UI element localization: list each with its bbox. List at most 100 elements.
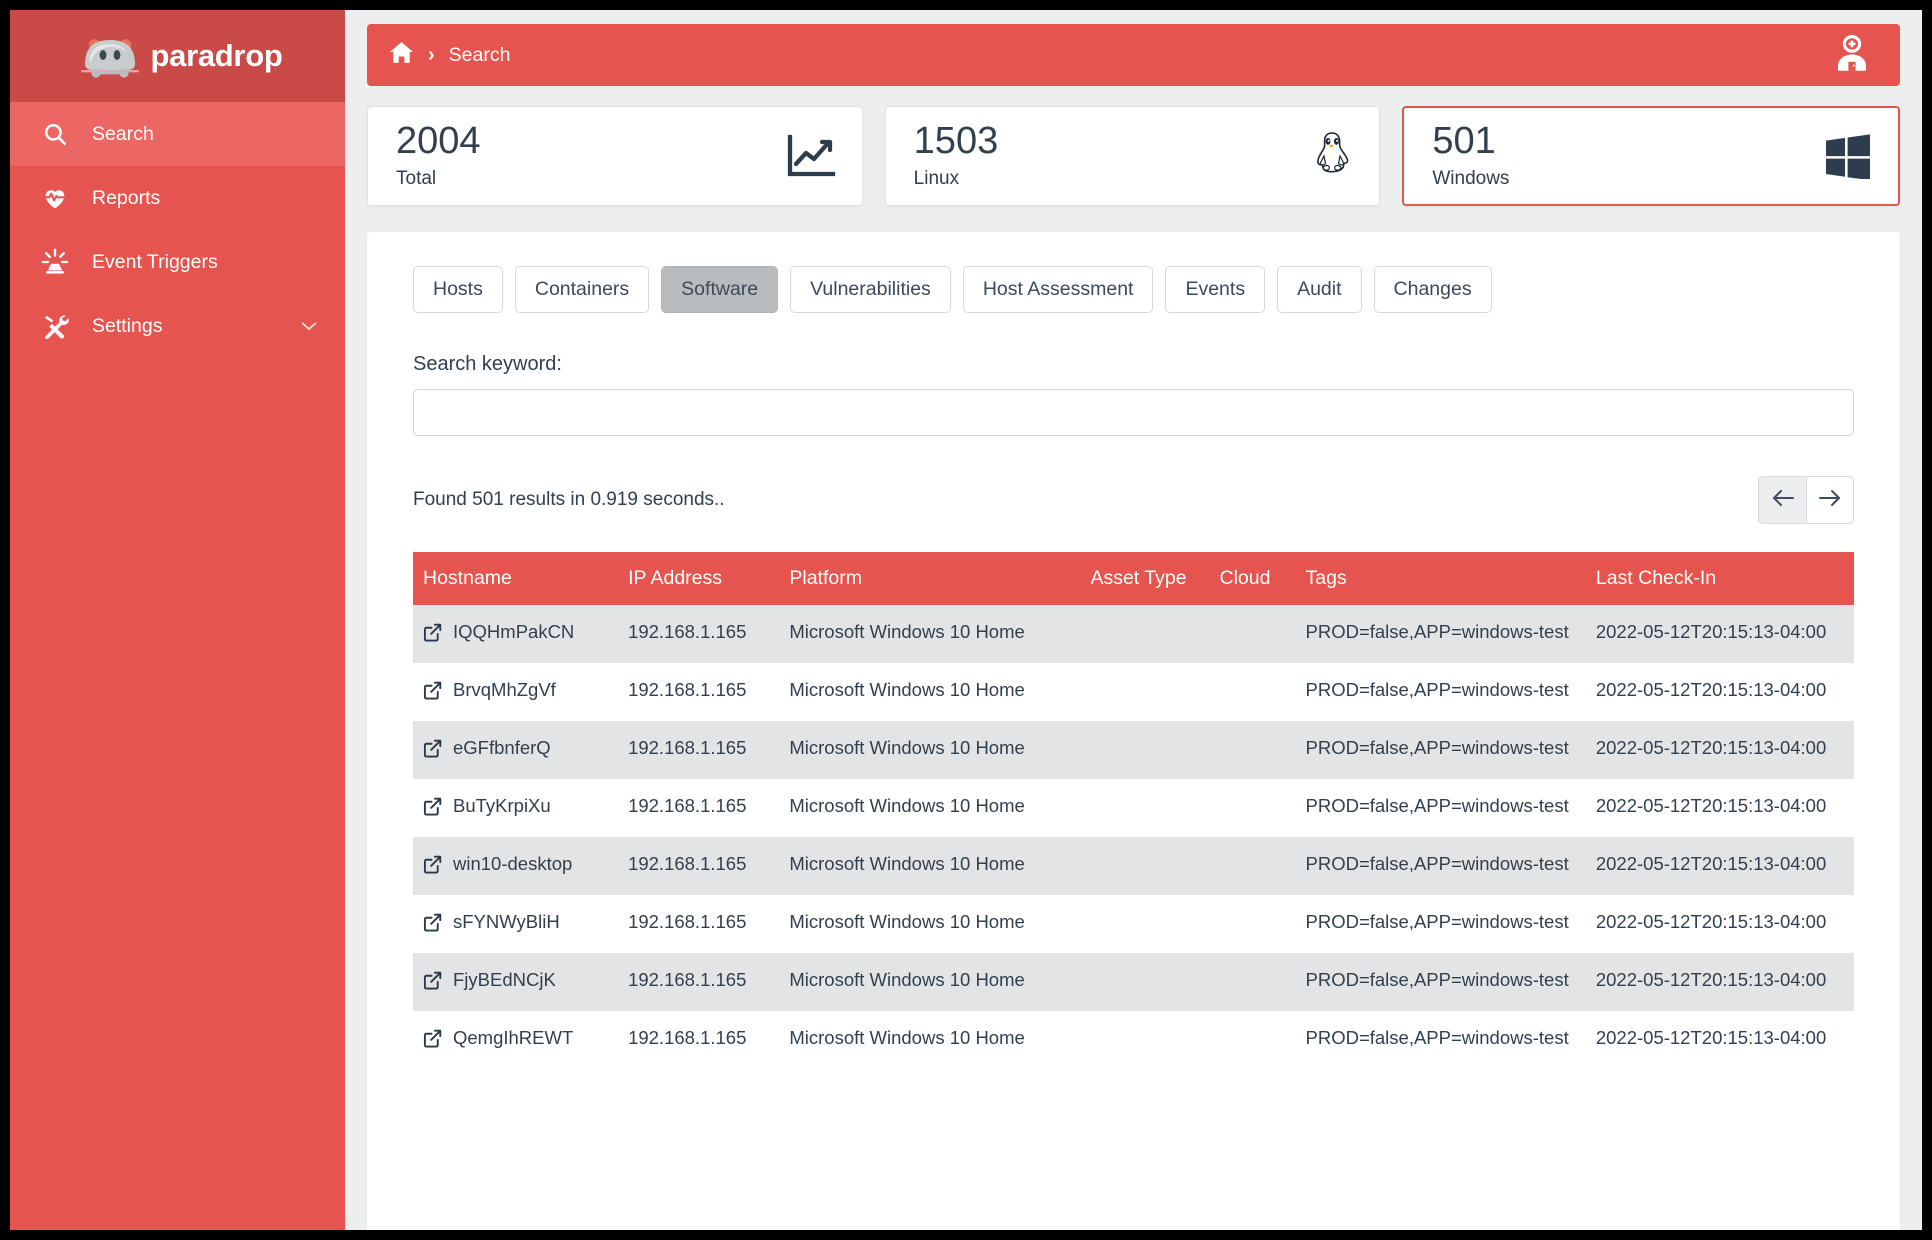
top-bar: › Search	[367, 24, 1900, 86]
hostname-link[interactable]: sFYNWyBliH	[453, 910, 560, 934]
cell-asset-type	[1090, 837, 1219, 895]
cell-last-checkin: 2022-05-12T20:15:13-04:00	[1595, 1027, 1827, 1049]
cell-tags: PROD=false,APP=windows-test	[1305, 737, 1569, 759]
tab-events[interactable]: Events	[1165, 266, 1266, 313]
cell-tags: PROD=false,APP=windows-test	[1305, 969, 1569, 991]
app-window: paradrop Search Reports Event Triggers S…	[10, 10, 1922, 1230]
home-icon[interactable]	[389, 41, 414, 70]
cell-hostname: eGFfbnferQ	[413, 721, 628, 779]
cell-asset-type	[1090, 953, 1219, 1011]
table-row[interactable]: BuTyKrpiXu 192.168.1.165 Microsoft Windo…	[413, 779, 1854, 838]
cell-platform: Microsoft Windows 10 Home	[789, 969, 1025, 991]
external-link-icon[interactable]	[423, 971, 442, 996]
user-avatar-icon[interactable]	[1830, 33, 1874, 78]
sidebar-item-search[interactable]: Search	[10, 102, 345, 166]
cell-cloud	[1219, 895, 1305, 953]
cell-platform: Microsoft Windows 10 Home	[789, 621, 1025, 642]
stat-label: Total	[396, 167, 437, 189]
column-header-cloud[interactable]: Cloud	[1219, 552, 1306, 605]
column-header-asset-type[interactable]: Asset Type	[1090, 552, 1220, 605]
cell-ip: 192.168.1.165	[628, 795, 747, 817]
cell-tags: PROD=false,APP=windows-test	[1305, 621, 1569, 642]
stat-value: 1503	[913, 120, 999, 163]
sidebar: paradrop Search Reports Event Triggers S…	[10, 10, 345, 1230]
external-link-icon[interactable]	[423, 739, 442, 764]
hostname-link[interactable]: BuTyKrpiXu	[453, 794, 551, 818]
cell-cloud	[1219, 953, 1305, 1011]
column-header-hostname[interactable]: Hostname	[413, 552, 629, 605]
external-link-icon[interactable]	[423, 797, 442, 822]
cell-hostname: QemgIhREWT	[413, 1011, 628, 1069]
next-page-button[interactable]	[1806, 476, 1854, 524]
column-header-ip-address[interactable]: IP Address	[628, 552, 790, 605]
cell-tags: PROD=false,APP=windows-test	[1305, 1027, 1569, 1049]
column-header-tags[interactable]: Tags	[1305, 552, 1596, 605]
tab-changes[interactable]: Changes	[1373, 266, 1492, 313]
hostname-link[interactable]: IQQHmPakCN	[453, 620, 574, 644]
hostname-link[interactable]: BrvqMhZgVf	[453, 678, 556, 702]
cell-asset-type	[1090, 721, 1219, 779]
table-row[interactable]: eGFfbnferQ 192.168.1.165 Microsoft Windo…	[413, 721, 1854, 780]
stat-card-linux[interactable]: 1503 Linux	[884, 106, 1381, 206]
cell-hostname: BuTyKrpiXu	[413, 779, 628, 837]
tab-audit[interactable]: Audit	[1277, 266, 1362, 313]
cell-platform: Microsoft Windows 10 Home	[789, 1027, 1025, 1049]
tools-icon	[40, 311, 70, 341]
sidebar-item-label: Settings	[92, 314, 163, 337]
table-header-row: Hostname IP Address Platform Asset Type …	[413, 552, 1854, 605]
hostname-link[interactable]: win10-desktop	[453, 852, 572, 876]
cell-platform: Microsoft Windows 10 Home	[789, 853, 1025, 875]
sidebar-item-settings[interactable]: Settings	[10, 294, 345, 358]
search-input[interactable]	[413, 389, 1854, 436]
hostname-link[interactable]: QemgIhREWT	[453, 1026, 573, 1050]
cell-asset-type	[1090, 895, 1219, 953]
column-header-last-checkin[interactable]: Last Check-In	[1595, 552, 1854, 605]
table-row[interactable]: QemgIhREWT 192.168.1.165 Microsoft Windo…	[413, 1011, 1854, 1070]
cell-ip: 192.168.1.165	[628, 621, 747, 642]
table-row[interactable]: win10-desktop 192.168.1.165 Microsoft Wi…	[413, 837, 1854, 896]
external-link-icon[interactable]	[423, 681, 442, 706]
cell-last-checkin: 2022-05-12T20:15:13-04:00	[1595, 737, 1827, 759]
breadcrumb-current[interactable]: Search	[449, 44, 511, 67]
external-link-icon[interactable]	[423, 855, 442, 880]
stat-card-windows[interactable]: 501 Windows	[1402, 106, 1901, 206]
cell-tags: PROD=false,APP=windows-test	[1305, 795, 1569, 817]
results-table: Hostname IP Address Platform Asset Type …	[413, 552, 1854, 1070]
line-chart-icon	[784, 133, 836, 179]
table-row[interactable]: BrvqMhZgVf 192.168.1.165 Microsoft Windo…	[413, 663, 1854, 722]
search-panel: Hosts Containers Software Vulnerabilitie…	[367, 232, 1900, 1230]
brand-header[interactable]: paradrop	[10, 10, 345, 102]
external-link-icon[interactable]	[423, 913, 442, 938]
hostname-link[interactable]: FjyBEdNCjK	[453, 968, 556, 992]
cell-platform: Microsoft Windows 10 Home	[789, 737, 1025, 759]
chevron-down-icon[interactable]	[301, 315, 317, 338]
cell-last-checkin: 2022-05-12T20:15:13-04:00	[1595, 969, 1827, 991]
cell-hostname: FjyBEdNCjK	[413, 953, 628, 1011]
linux-penguin-icon	[1311, 131, 1353, 181]
external-link-icon[interactable]	[423, 1029, 442, 1054]
column-header-platform[interactable]: Platform	[789, 552, 1091, 605]
table-row[interactable]: sFYNWyBliH 192.168.1.165 Microsoft Windo…	[413, 895, 1854, 954]
cell-platform: Microsoft Windows 10 Home	[789, 795, 1025, 817]
cell-hostname: BrvqMhZgVf	[413, 663, 628, 721]
hostname-link[interactable]: eGFfbnferQ	[453, 736, 551, 760]
tab-containers[interactable]: Containers	[514, 266, 650, 313]
sidebar-item-event-triggers[interactable]: Event Triggers	[10, 230, 345, 294]
table-row[interactable]: IQQHmPakCN 192.168.1.165 Microsoft Windo…	[413, 605, 1854, 664]
prev-page-button[interactable]	[1758, 476, 1806, 524]
broadcast-icon	[40, 247, 70, 277]
tab-vulnerabilities[interactable]: Vulnerabilities	[790, 266, 951, 313]
cell-cloud	[1219, 779, 1305, 837]
cell-asset-type	[1090, 1011, 1219, 1069]
table-row[interactable]: FjyBEdNCjK 192.168.1.165 Microsoft Windo…	[413, 953, 1854, 1012]
tab-software[interactable]: Software	[661, 266, 779, 313]
external-link-icon[interactable]	[423, 623, 442, 648]
cell-tags: PROD=false,APP=windows-test	[1305, 911, 1569, 933]
tab-hosts[interactable]: Hosts	[413, 266, 503, 313]
results-summary-row: Found 501 results in 0.919 seconds..	[413, 476, 1854, 524]
stat-card-total[interactable]: 2004 Total	[367, 106, 863, 206]
tab-host-assessment[interactable]: Host Assessment	[962, 266, 1154, 313]
sidebar-item-label: Search	[92, 122, 154, 145]
sidebar-item-reports[interactable]: Reports	[10, 166, 345, 230]
cell-platform: Microsoft Windows 10 Home	[789, 911, 1025, 933]
